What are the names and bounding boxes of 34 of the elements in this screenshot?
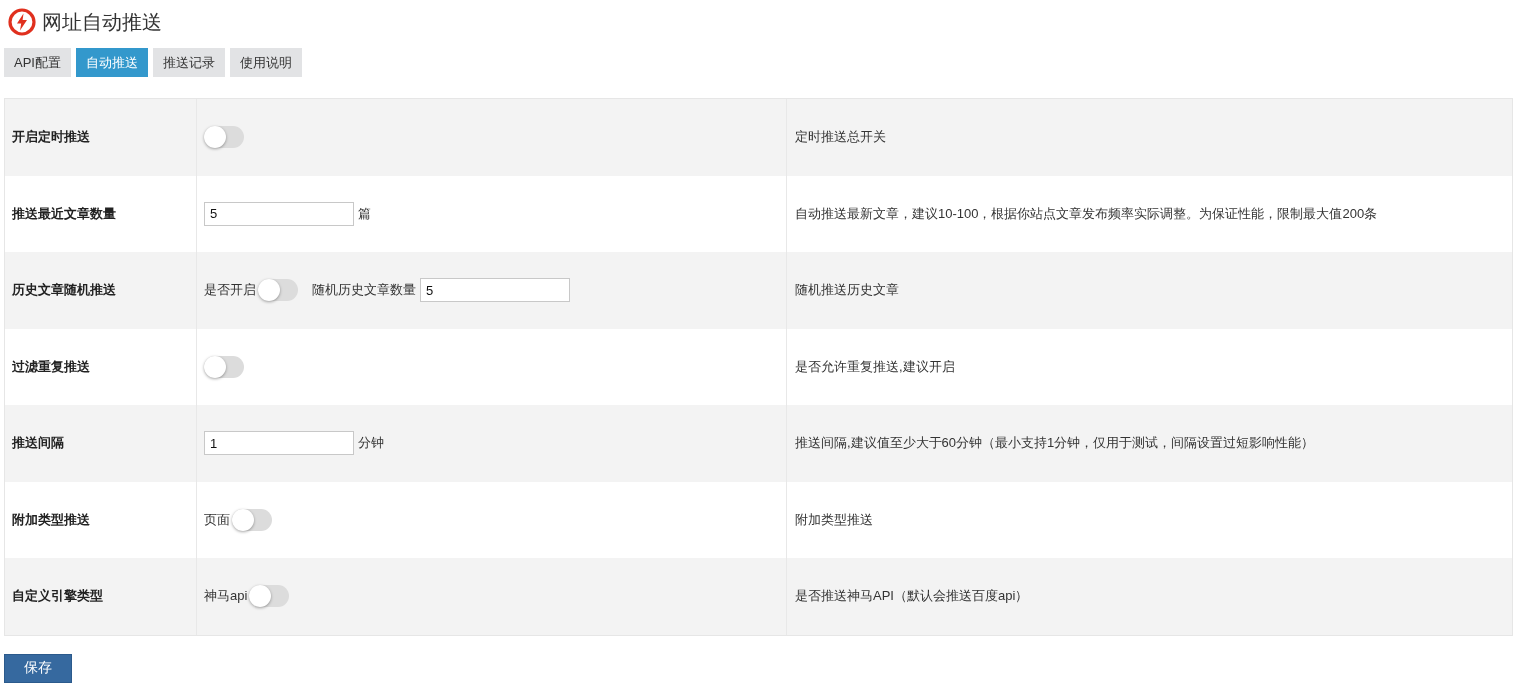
toggle-switch[interactable] [204,126,244,149]
setting-label: 推送间隔 [12,434,64,453]
tab[interactable]: 推送记录 [152,48,225,77]
setting-label: 附加类型推送 [12,510,90,529]
toggle-switch[interactable] [204,355,244,378]
input-field[interactable]: 1 [204,431,354,456]
control-label: 分钟 [358,434,384,453]
setting-description: 是否允许重复推送,建议开启 [795,357,955,376]
lightning-icon [8,8,36,36]
input-field[interactable]: 5 [204,201,354,226]
page-title: 网址自动推送 [42,10,162,35]
setting-label: 过滤重复推送 [12,357,90,376]
control-label: 页面 [204,510,230,529]
control-label: 随机历史文章数量 [312,281,416,300]
setting-label: 自定义引擎类型 [12,587,103,606]
toggle-switch[interactable] [249,585,290,608]
toggle-switch[interactable] [258,279,298,302]
input-field[interactable]: 5 [420,278,570,303]
setting-description: 推送间隔,建议值至少大于60分钟（最小支持1分钟，仅用于测试，间隔设置过短影响性能） [795,434,1315,453]
setting-label: 开启定时推送 [12,128,90,147]
control-label: 是否开启 [204,281,256,300]
tab[interactable]: API配置 [4,48,71,77]
setting-description: 定时推送总开关 [795,128,886,147]
setting-description: 自动推送最新文章，建议10-100，根据你站点文章发布频率实际调整。为保证性能，限制最大值200条 [795,204,1378,223]
setting-description: 随机推送历史文章 [795,281,899,300]
toggle-switch[interactable] [232,508,272,531]
setting-label: 推送最近文章数量 [12,204,116,223]
save-button[interactable]: 保存 [4,653,72,683]
control-label: 篇 [358,204,371,223]
tab[interactable]: 使用说明 [229,48,302,77]
setting-label: 历史文章随机推送 [12,281,116,300]
control-label: 神马api [204,587,248,606]
setting-description: 附加类型推送 [795,510,873,529]
setting-description: 是否推送神马API（默认会推送百度api） [795,587,1029,606]
